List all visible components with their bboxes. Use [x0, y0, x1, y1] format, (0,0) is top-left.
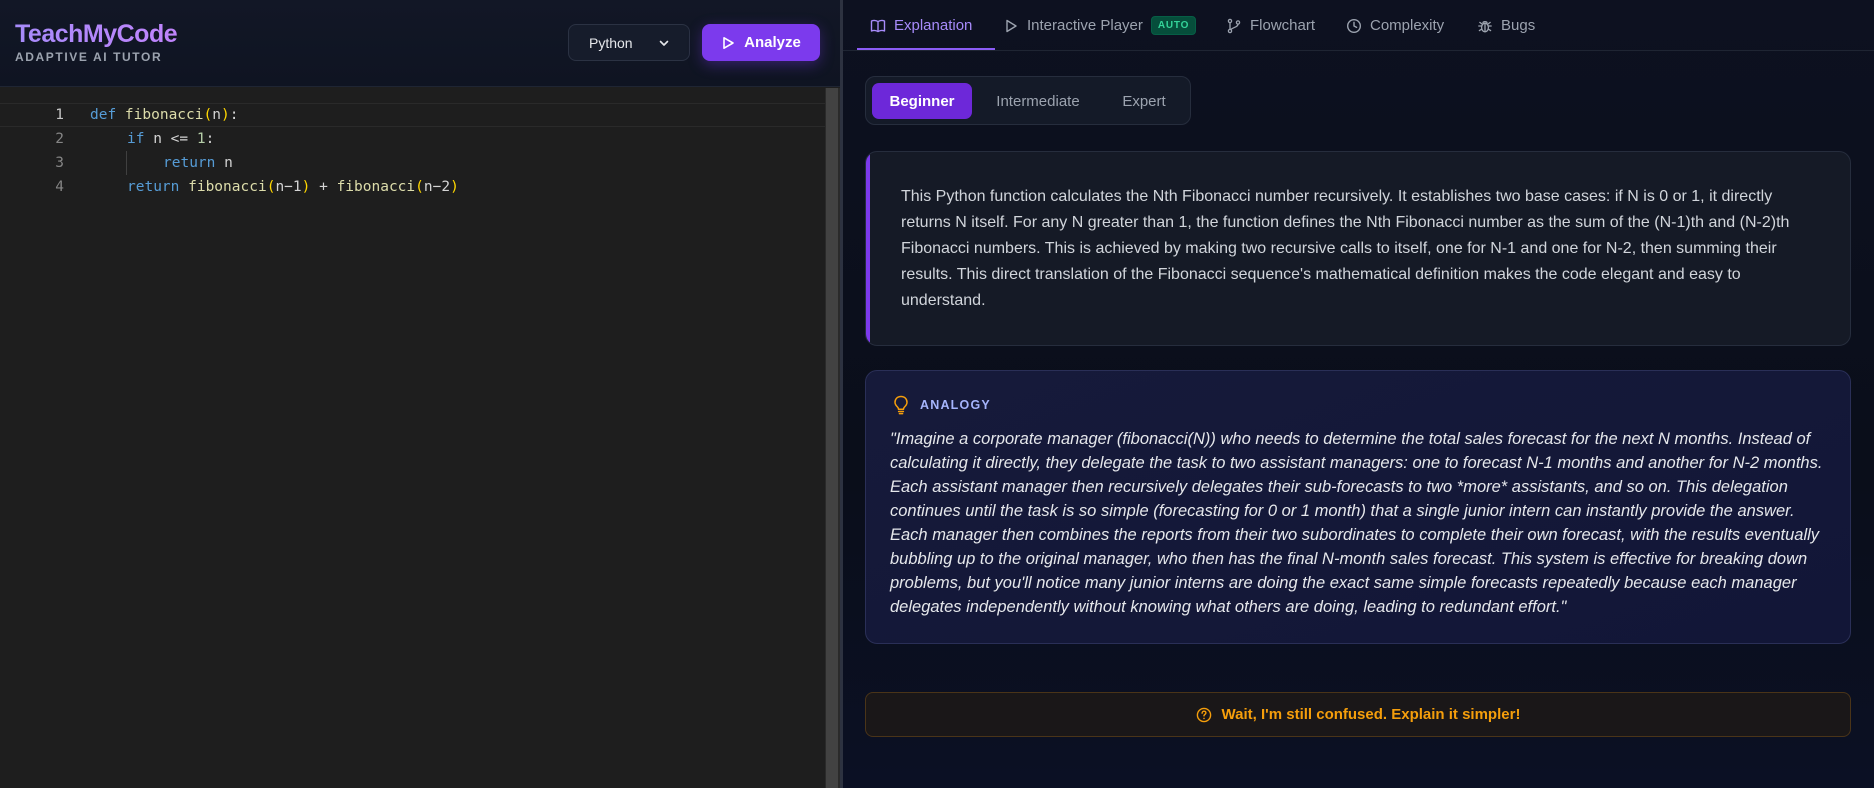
line-number: 2 [55, 131, 64, 147]
analyze-button[interactable]: Analyze [702, 24, 820, 61]
editor-pane: TeachMyCode ADAPTIVE AI TUTOR Python Ana… [0, 0, 840, 788]
explanation-text: This Python function calculates the Nth … [901, 188, 1790, 309]
top-bar: TeachMyCode ADAPTIVE AI TUTOR Python Ana… [0, 0, 840, 87]
line-number: 1 [55, 107, 64, 123]
tab-label: Interactive Player [1027, 17, 1143, 34]
book-open-icon [870, 19, 886, 32]
level-intermediate[interactable]: Intermediate [980, 83, 1096, 119]
analyze-button-label: Analyze [744, 34, 801, 51]
tab-complexity[interactable]: Complexity [1346, 0, 1444, 51]
code-line: 2 if n <= 1: [0, 127, 825, 151]
tab-bugs[interactable]: Bugs [1477, 0, 1535, 51]
tab-label: Complexity [1370, 17, 1445, 34]
code-line: 4 return fibonacci(n−1) + fibonacci(n−2) [0, 175, 825, 199]
explain-simpler-button[interactable]: Wait, I'm still confused. Explain it sim… [865, 692, 1851, 737]
code-line: 1 def fibonacci(n): [0, 103, 825, 127]
code-text: return fibonacci(n−1) + fibonacci(n−2) [127, 179, 459, 195]
analogy-label: ANALOGY [920, 398, 991, 412]
tab-bar: Explanation Interactive Player AUTO Flow… [843, 0, 1874, 51]
chevron-down-icon [659, 40, 669, 46]
tab-label: Bugs [1501, 17, 1536, 34]
app-root: TeachMyCode ADAPTIVE AI TUTOR Python Ana… [0, 0, 1874, 788]
active-tab-indicator [857, 48, 995, 50]
code-text: if n <= 1: [127, 131, 215, 147]
code-line: 3 return n [0, 151, 825, 175]
bug-icon [1478, 20, 1492, 32]
code-text: def fibonacci(n): [90, 107, 239, 123]
language-select-value: Python [589, 34, 633, 51]
level-expert[interactable]: Expert [1104, 83, 1184, 119]
tab-flowchart[interactable]: Flowchart [1226, 0, 1315, 51]
auto-badge: AUTO [1150, 16, 1197, 35]
brand-title: TeachMyCode [15, 20, 178, 48]
analogy-header: ANALOGY [892, 395, 991, 415]
level-beginner[interactable]: Beginner [872, 83, 972, 119]
code-text: return n [163, 155, 233, 171]
editor-scrollbar-thumb[interactable] [826, 88, 838, 788]
tab-interactive-player[interactable]: Interactive Player AUTO [1003, 0, 1197, 51]
clock-icon [1346, 18, 1362, 33]
explanation-accent-bar [866, 152, 870, 345]
line-number: 4 [55, 179, 64, 195]
tab-label: Flowchart [1250, 17, 1316, 34]
tab-explanation[interactable]: Explanation [870, 0, 972, 51]
git-branch-icon [1227, 18, 1241, 33]
help-circle-icon [1196, 707, 1211, 722]
analogy-card: ANALOGY "Imagine a corporate manager (fi… [865, 370, 1851, 644]
play-icon [723, 36, 734, 49]
analysis-pane: Explanation Interactive Player AUTO Flow… [843, 0, 1874, 788]
level-selector: Beginner Intermediate Expert [865, 76, 1191, 125]
explanation-card: This Python function calculates the Nth … [865, 151, 1851, 346]
brand: TeachMyCode ADAPTIVE AI TUTOR [15, 20, 178, 64]
line-number: 3 [55, 155, 64, 171]
explain-simpler-label: Wait, I'm still confused. Explain it sim… [1221, 706, 1521, 723]
brand-subtitle: ADAPTIVE AI TUTOR [15, 50, 163, 64]
language-select[interactable]: Python [568, 24, 690, 61]
indent-guide [126, 151, 127, 175]
analogy-text: "Imagine a corporate manager (fibonacci(… [890, 430, 1823, 616]
tab-label: Explanation [894, 17, 973, 34]
play-icon [1006, 19, 1017, 32]
lightbulb-icon [894, 395, 908, 415]
code-editor[interactable]: 1 def fibonacci(n): 2 if n <= 1: 3 retur… [0, 88, 825, 788]
